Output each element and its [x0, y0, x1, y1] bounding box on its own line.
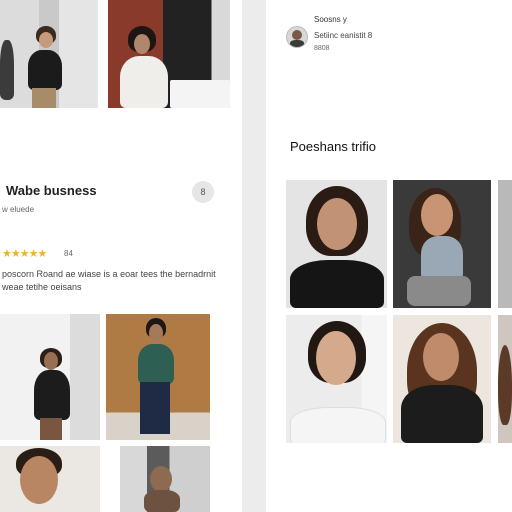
portrait-2[interactable] [393, 180, 491, 308]
photo-top-right[interactable] [108, 0, 230, 108]
profile-meta: 8808 [314, 45, 330, 52]
gallery-photo-1[interactable] [0, 314, 100, 440]
more-options-button[interactable]: 8 [192, 181, 214, 203]
gallery-photo-3[interactable] [0, 446, 100, 512]
rating-stars: ★★★★★ [2, 248, 47, 260]
section-title: Poeshans trifio [290, 139, 376, 154]
profile-avatar[interactable] [286, 26, 308, 48]
portrait-4[interactable] [286, 315, 387, 443]
profile-name: Soosns y [314, 15, 347, 24]
description-line-2: weae tetihe oeisans [2, 282, 82, 292]
gallery-photo-2[interactable] [106, 314, 210, 440]
portfolio-panel: Soosns y Setiinc eanistit 8 8808 Poeshan… [266, 0, 512, 512]
business-panel: Wabe busness w eluede 8 ★★★★★ 84 poscorn… [0, 0, 242, 512]
photo-top-left[interactable] [0, 0, 98, 108]
gallery-photo-4[interactable] [120, 446, 210, 512]
business-title: Wabe busness [6, 183, 97, 198]
business-subtitle: w eluede [2, 205, 35, 214]
rating-count: 84 [64, 249, 73, 258]
portrait-5[interactable] [393, 315, 491, 443]
description-line-1: poscorn Roand ae wiase is a eoar tees th… [2, 269, 216, 279]
portrait-1[interactable] [286, 180, 387, 308]
portrait-3[interactable] [498, 180, 512, 308]
profile-subtitle: Setiinc eanistit 8 [314, 31, 373, 40]
portrait-6[interactable] [498, 315, 512, 443]
